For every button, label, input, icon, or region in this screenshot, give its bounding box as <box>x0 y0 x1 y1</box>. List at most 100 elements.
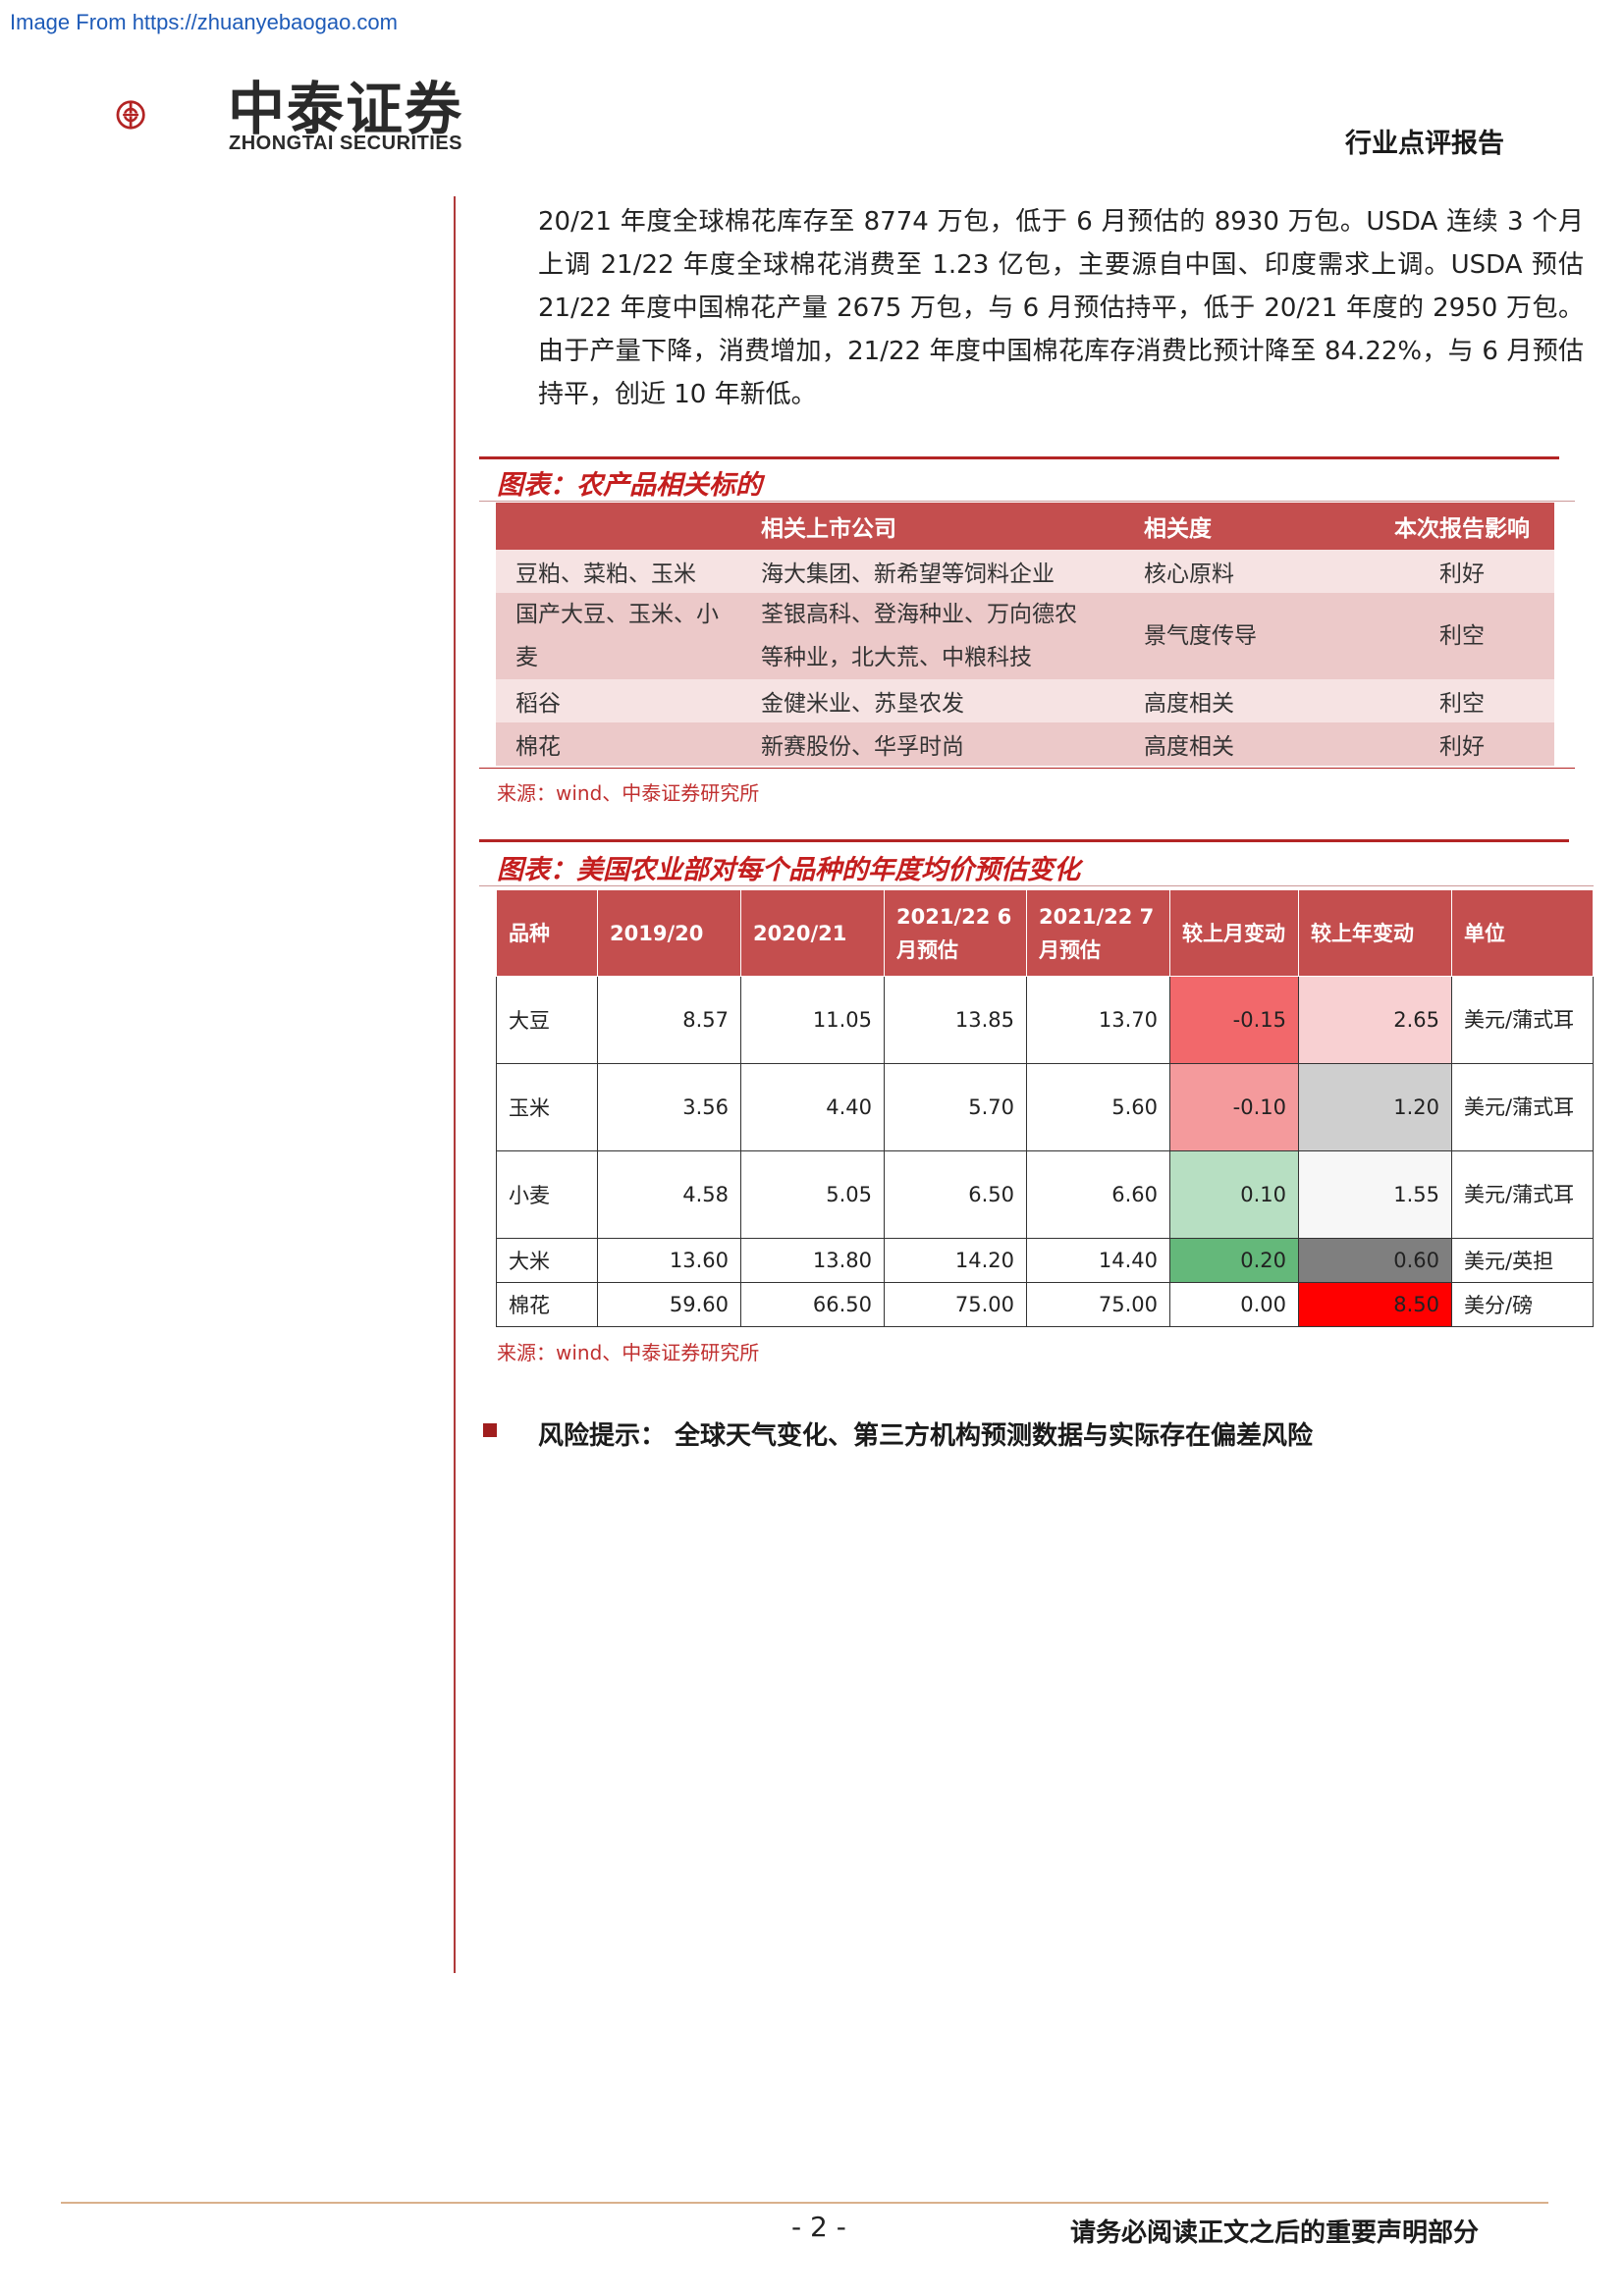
product-cell: 国产大豆、玉米、小麦 <box>496 593 741 679</box>
value-cell: 13.80 <box>740 1238 885 1283</box>
figure2-title-rule <box>479 885 1594 886</box>
yoy-change-cell: 1.55 <box>1298 1150 1452 1239</box>
unit-cell: 美元/蒲式耳 <box>1451 1150 1594 1239</box>
companies-cell: 海大集团、新希望等饲料企业 <box>741 550 1124 593</box>
yoy-change-cell: 2.65 <box>1298 976 1452 1064</box>
yoy-change-cell: 0.60 <box>1298 1238 1452 1283</box>
mom-change-cell: -0.10 <box>1169 1063 1299 1151</box>
figure1-bottom-rule <box>479 768 1575 769</box>
source-watermark[interactable]: Image From https://zhuanyebaogao.com <box>10 10 398 35</box>
page-number: - 2 - <box>791 2211 846 2243</box>
yoy-change-cell: 1.20 <box>1298 1063 1452 1151</box>
header-cell: 2019/20 <box>597 889 741 977</box>
impact-cell: 利空 <box>1370 593 1554 679</box>
value-cell: 13.70 <box>1026 976 1170 1064</box>
table-row: 国产大豆、玉米、小麦 荃银高科、登海种业、万向德农等种业，北大荒、中粮科技 景气… <box>496 593 1554 679</box>
figure1-title-rule <box>479 501 1575 502</box>
value-cell: 14.20 <box>884 1238 1027 1283</box>
variety-cell: 大米 <box>496 1238 598 1283</box>
zhongtai-logo <box>116 100 145 130</box>
value-cell: 6.60 <box>1026 1150 1170 1239</box>
companies-cell: 新赛股份、华孚时尚 <box>741 722 1124 766</box>
mom-change-cell: 0.10 <box>1169 1150 1299 1239</box>
header-cell: 较上年变动 <box>1298 889 1452 977</box>
report-type: 行业点评报告 <box>1345 129 1504 159</box>
impact-cell: 利好 <box>1370 550 1554 593</box>
table-row: 豆粕、菜粕、玉米 海大集团、新希望等饲料企业 核心原料 利好 <box>496 550 1554 593</box>
header-cell: 相关度 <box>1124 503 1370 550</box>
figure1-table: 相关上市公司 相关度 本次报告影响 豆粕、菜粕、玉米 海大集团、新希望等饲料企业… <box>496 503 1554 766</box>
figure1-source: 来源：wind、中泰证券研究所 <box>497 781 760 805</box>
table-row: 大米 13.60 13.80 14.20 14.40 0.20 0.60 美元/… <box>496 1238 1594 1283</box>
mom-change-cell: -0.15 <box>1169 976 1299 1064</box>
relevance-cell: 高度相关 <box>1124 679 1370 722</box>
figure1-top-rule <box>479 456 1559 459</box>
value-cell: 75.00 <box>884 1282 1027 1327</box>
header-cell: 相关上市公司 <box>741 503 1124 550</box>
figure2-table: 品种 2019/20 2020/21 2021/22 6 月预估 2021/22… <box>496 889 1594 1327</box>
value-cell: 75.00 <box>1026 1282 1170 1327</box>
unit-cell: 美元/蒲式耳 <box>1451 1063 1594 1151</box>
variety-cell: 棉花 <box>496 1282 598 1327</box>
table-row: 稻谷 金健米业、苏垦农发 高度相关 利空 <box>496 679 1554 722</box>
value-cell: 13.60 <box>597 1238 741 1283</box>
value-cell: 66.50 <box>740 1282 885 1327</box>
unit-cell: 美元/蒲式耳 <box>1451 976 1594 1064</box>
relevance-cell: 核心原料 <box>1124 550 1370 593</box>
value-cell: 4.58 <box>597 1150 741 1239</box>
variety-cell: 玉米 <box>496 1063 598 1151</box>
header-cell <box>496 503 741 550</box>
mom-change-cell: 0.20 <box>1169 1238 1299 1283</box>
table-row: 玉米 3.56 4.40 5.70 5.60 -0.10 1.20 美元/蒲式耳 <box>496 1063 1594 1151</box>
table-header-row: 品种 2019/20 2020/21 2021/22 6 月预估 2021/22… <box>496 889 1594 977</box>
product-cell: 棉花 <box>496 722 741 766</box>
mom-change-cell: 0.00 <box>1169 1282 1299 1327</box>
value-cell: 11.05 <box>740 976 885 1064</box>
table-row: 大豆 8.57 11.05 13.85 13.70 -0.15 2.65 美元/… <box>496 976 1594 1064</box>
value-cell: 6.50 <box>884 1150 1027 1239</box>
value-cell: 14.40 <box>1026 1238 1170 1283</box>
value-cell: 5.70 <box>884 1063 1027 1151</box>
header-cell: 单位 <box>1451 889 1594 977</box>
value-cell: 4.40 <box>740 1063 885 1151</box>
variety-cell: 小麦 <box>496 1150 598 1239</box>
relevance-cell: 高度相关 <box>1124 722 1370 766</box>
figure2-source: 来源：wind、中泰证券研究所 <box>497 1341 760 1364</box>
value-cell: 59.60 <box>597 1282 741 1327</box>
figure2-title: 图表：美国农业部对每个品种的年度均价预估变化 <box>497 855 1080 885</box>
risk-note: 风险提示： 全球天气变化、第三方机构预测数据与实际存在偏差风险 <box>538 1421 1314 1451</box>
disclaimer-note: 请务必阅读正文之后的重要声明部分 <box>1070 2218 1480 2248</box>
unit-cell: 美分/磅 <box>1451 1282 1594 1327</box>
brand-name-en: ZHONGTAI SECURITIES <box>229 133 463 154</box>
footer-rule <box>61 2202 1548 2204</box>
impact-cell: 利空 <box>1370 679 1554 722</box>
header-cell: 2021/22 6 月预估 <box>884 889 1027 977</box>
margin-rule <box>454 196 456 1973</box>
header-cell: 较上月变动 <box>1169 889 1299 977</box>
table-row: 棉花 新赛股份、华孚时尚 高度相关 利好 <box>496 722 1554 766</box>
header-cell: 本次报告影响 <box>1370 503 1554 550</box>
table-header-row: 相关上市公司 相关度 本次报告影响 <box>496 503 1554 550</box>
variety-cell: 大豆 <box>496 976 598 1064</box>
impact-cell: 利好 <box>1370 722 1554 766</box>
table-row: 小麦 4.58 5.05 6.50 6.60 0.10 1.55 美元/蒲式耳 <box>496 1150 1594 1239</box>
product-cell: 豆粕、菜粕、玉米 <box>496 550 741 593</box>
header-cell: 2021/22 7 月预估 <box>1026 889 1170 977</box>
body-paragraph: 20/21 年度全球棉花库存至 8774 万包，低于 6 月预估的 8930 万… <box>538 207 1584 409</box>
header-cell: 2020/21 <box>740 889 885 977</box>
table-row: 棉花 59.60 66.50 75.00 75.00 0.00 8.50 美分/… <box>496 1282 1594 1327</box>
figure1-title: 图表：农产品相关标的 <box>497 470 762 501</box>
header-cell: 品种 <box>496 889 598 977</box>
figure2-top-rule <box>479 839 1569 842</box>
value-cell: 13.85 <box>884 976 1027 1064</box>
value-cell: 5.60 <box>1026 1063 1170 1151</box>
companies-cell: 金健米业、苏垦农发 <box>741 679 1124 722</box>
value-cell: 3.56 <box>597 1063 741 1151</box>
companies-cell: 荃银高科、登海种业、万向德农等种业，北大荒、中粮科技 <box>741 593 1124 679</box>
value-cell: 5.05 <box>740 1150 885 1239</box>
unit-cell: 美元/英担 <box>1451 1238 1594 1283</box>
bullet-square-icon <box>483 1423 497 1437</box>
yoy-change-cell: 8.50 <box>1298 1282 1452 1327</box>
product-cell: 稻谷 <box>496 679 741 722</box>
relevance-cell: 景气度传导 <box>1124 593 1370 679</box>
